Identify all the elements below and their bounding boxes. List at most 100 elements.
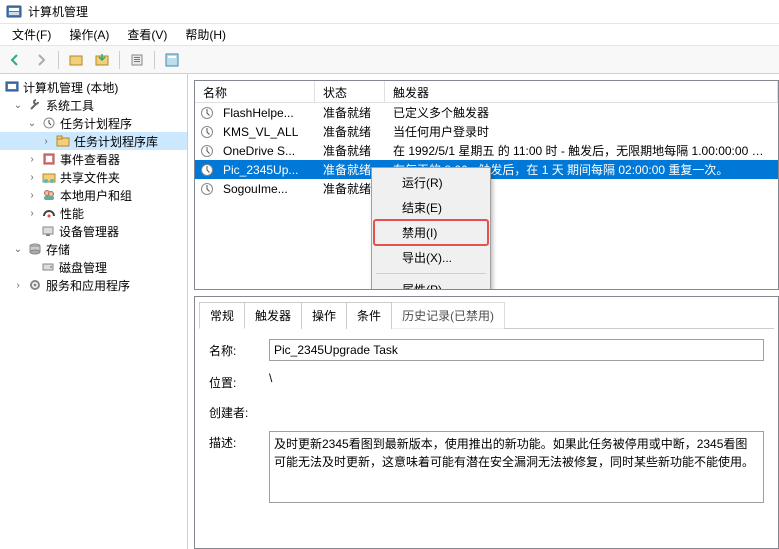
tree-root[interactable]: 计算机管理 (本地) [0, 78, 187, 96]
task-icon [199, 105, 215, 121]
create-task-button[interactable] [65, 49, 87, 71]
menu-help[interactable]: 帮助(H) [177, 24, 234, 45]
tree-services[interactable]: › 服务和应用程序 [0, 276, 187, 294]
menu-action[interactable]: 操作(A) [61, 24, 117, 45]
menubar: 文件(F) 操作(A) 查看(V) 帮助(H) [0, 24, 779, 46]
disk-icon [40, 259, 56, 275]
tree-scheduler-library[interactable]: › 任务计划程序库 [0, 132, 187, 150]
tree-performance[interactable]: › 性能 [0, 204, 187, 222]
tree-devicemgr[interactable]: 设备管理器 [0, 222, 187, 240]
context-menu[interactable]: 运行(R) 结束(E) 禁用(I) 导出(X)... 属性(P) 删除(D) [371, 167, 491, 290]
tab-conditions[interactable]: 条件 [346, 302, 392, 329]
col-name[interactable]: 名称 [195, 81, 315, 102]
toolbar [0, 46, 779, 74]
tree-eventviewer[interactable]: › 事件查看器 [0, 150, 187, 168]
cm-export[interactable]: 导出(X)... [374, 245, 488, 270]
task-name: KMS_VL_ALL [215, 125, 315, 139]
computer-icon [4, 79, 20, 95]
description-field[interactable] [269, 431, 764, 503]
task-icon [199, 181, 215, 197]
cm-end[interactable]: 结束(E) [374, 195, 488, 220]
chevron-down-icon[interactable]: ⌄ [12, 244, 24, 255]
label-location: 位置: [209, 371, 269, 391]
detail-tabs: 常规 触发器 操作 条件 历史记录(已禁用) [199, 301, 774, 329]
task-row[interactable]: KMS_VL_ALL准备就绪当任何用户登录时 [195, 122, 778, 141]
task-trigger: 已定义多个触发器 [385, 104, 778, 121]
tree-storage[interactable]: ⌄ 存储 [0, 240, 187, 258]
tree-label: 事件查看器 [60, 151, 120, 168]
tree-label: 任务计划程序库 [74, 133, 158, 150]
menu-view[interactable]: 查看(V) [119, 24, 175, 45]
services-icon [27, 277, 43, 293]
task-list[interactable]: 名称 状态 触发器 FlashHelpe...准备就绪已定义多个触发器KMS_V… [194, 80, 779, 290]
chevron-down-icon[interactable]: ⌄ [26, 118, 38, 129]
task-icon [199, 162, 215, 178]
chevron-right-icon[interactable]: › [26, 190, 38, 201]
device-icon [40, 223, 56, 239]
menu-file[interactable]: 文件(F) [4, 24, 59, 45]
tab-history[interactable]: 历史记录(已禁用) [391, 302, 505, 329]
tree-scheduler[interactable]: ⌄ 任务计划程序 [0, 114, 187, 132]
chevron-right-icon[interactable]: › [26, 172, 38, 183]
tools-icon [27, 97, 43, 113]
name-field[interactable] [269, 339, 764, 361]
cm-run[interactable]: 运行(R) [374, 170, 488, 195]
col-status[interactable]: 状态 [315, 81, 385, 102]
tree-label: 设备管理器 [59, 223, 119, 240]
row-name: 名称: [209, 339, 764, 361]
chevron-down-icon[interactable]: ⌄ [12, 100, 24, 111]
toolbar-separator-2 [119, 51, 120, 69]
col-trigger[interactable]: 触发器 [385, 81, 778, 102]
storage-icon [27, 241, 43, 257]
label-name: 名称: [209, 339, 269, 359]
row-location: 位置: \ [209, 371, 764, 391]
import-task-button[interactable] [91, 49, 113, 71]
tree-root-label: 计算机管理 (本地) [23, 79, 118, 96]
tree-label: 本地用户和组 [60, 187, 132, 204]
task-row[interactable]: FlashHelpe...准备就绪已定义多个触发器 [195, 103, 778, 122]
tab-general[interactable]: 常规 [199, 302, 245, 329]
nav-forward-button[interactable] [30, 49, 52, 71]
tree-label: 存储 [46, 241, 70, 258]
tree-diskmgmt[interactable]: 磁盘管理 [0, 258, 187, 276]
task-name: OneDrive S... [215, 144, 315, 158]
task-icon [199, 143, 215, 159]
tree-localusers[interactable]: › 本地用户和组 [0, 186, 187, 204]
chevron-right-icon[interactable]: › [12, 280, 24, 291]
cm-disable[interactable]: 禁用(I) [374, 220, 488, 245]
main-area: 计算机管理 (本地) ⌄ 系统工具 ⌄ 任务计划程序 › 任务计划程序库 › 事… [0, 74, 779, 549]
label-description: 描述: [209, 431, 269, 451]
tree-systools[interactable]: ⌄ 系统工具 [0, 96, 187, 114]
chevron-right-icon[interactable]: › [40, 136, 52, 147]
row-author: 创建者: [209, 401, 764, 421]
cm-separator [376, 273, 486, 274]
window-title: 计算机管理 [28, 3, 88, 20]
task-name: Pic_2345Up... [215, 163, 315, 177]
task-name: FlashHelpe... [215, 106, 315, 120]
tab-actions[interactable]: 操作 [301, 302, 347, 329]
tree-label: 服务和应用程序 [46, 277, 130, 294]
chevron-right-icon[interactable]: › [26, 208, 38, 219]
task-row[interactable]: OneDrive S...准备就绪在 1992/5/1 星期五 的 11:00 … [195, 141, 778, 160]
location-value: \ [269, 371, 764, 385]
toolbar-separator [58, 51, 59, 69]
gauge-icon [41, 205, 57, 221]
properties-button[interactable] [126, 49, 148, 71]
chevron-right-icon[interactable]: › [26, 154, 38, 165]
label-author: 创建者: [209, 401, 269, 421]
cm-properties[interactable]: 属性(P) [374, 277, 488, 290]
tree-sharedfolders[interactable]: › 共享文件夹 [0, 168, 187, 186]
nav-tree[interactable]: 计算机管理 (本地) ⌄ 系统工具 ⌄ 任务计划程序 › 任务计划程序库 › 事… [0, 74, 188, 549]
event-icon [41, 151, 57, 167]
row-description: 描述: [209, 431, 764, 506]
nav-back-button[interactable] [4, 49, 26, 71]
tab-triggers[interactable]: 触发器 [244, 302, 302, 329]
task-icon [199, 124, 215, 140]
refresh-button[interactable] [161, 49, 183, 71]
tree-label: 性能 [60, 205, 84, 222]
task-status: 准备就绪 [315, 104, 385, 121]
detail-pane: 常规 触发器 操作 条件 历史记录(已禁用) 名称: 位置: \ 创建者: [194, 296, 779, 549]
share-icon [41, 169, 57, 185]
right-panel: 名称 状态 触发器 FlashHelpe...准备就绪已定义多个触发器KMS_V… [188, 74, 779, 549]
app-icon [6, 4, 22, 20]
